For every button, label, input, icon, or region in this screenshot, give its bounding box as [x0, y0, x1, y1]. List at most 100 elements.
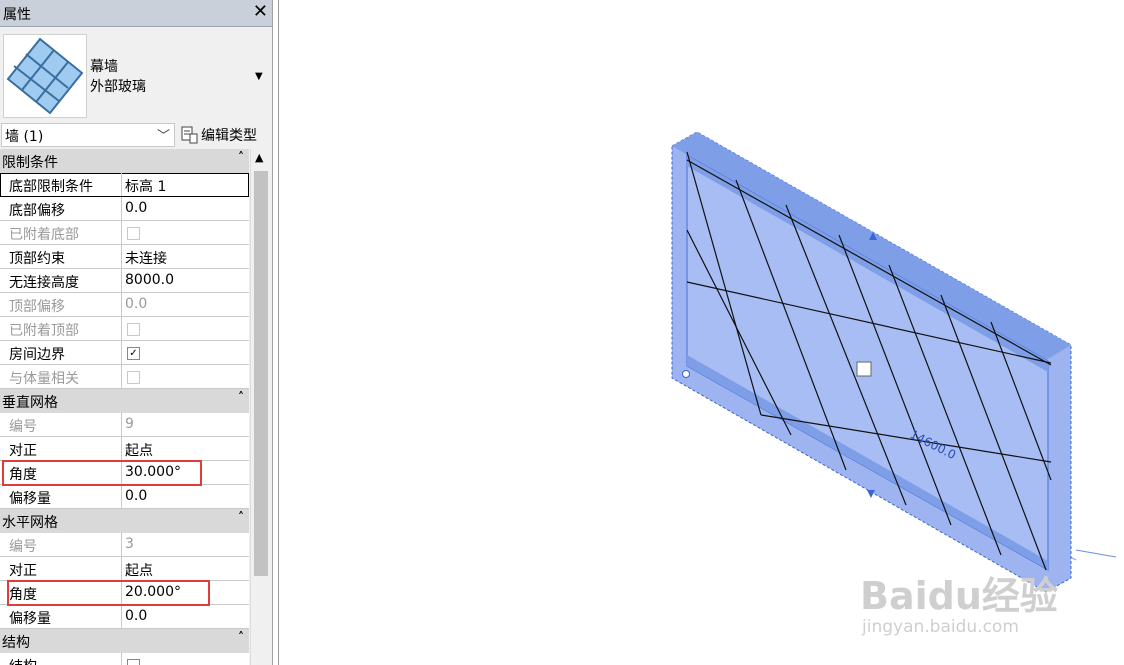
property-row[interactable]: 房间边界 ✓: [0, 341, 249, 365]
property-row[interactable]: 顶部约束 未连接: [0, 245, 249, 269]
property-name-cell: 底部限制条件: [0, 173, 122, 196]
collapse-icon[interactable]: ˄: [238, 150, 244, 164]
highlight-box: [2, 460, 202, 486]
property-name: 已附着顶部: [9, 323, 79, 339]
property-name: 房间边界: [9, 347, 65, 363]
property-value[interactable]: 未连接: [125, 248, 167, 268]
property-checkbox: [127, 227, 140, 240]
property-name-cell: 偏移量: [0, 485, 122, 508]
property-value: 0.0: [125, 296, 148, 312]
property-row[interactable]: 偏移量 0.0: [0, 485, 249, 509]
property-row: 与体量相关: [0, 365, 249, 389]
property-name-cell: 顶部偏移: [0, 293, 122, 316]
section-header[interactable]: 限制条件 ˄: [0, 149, 249, 173]
property-name: 无连接高度: [9, 275, 79, 291]
panel-title: 属性: [3, 7, 31, 23]
property-checkbox: [127, 371, 140, 384]
curtain-wall-icon: [3, 34, 87, 118]
property-value: 3: [125, 536, 134, 552]
property-row: 已附着底部: [0, 221, 249, 245]
property-row[interactable]: 底部限制条件 标高 1: [0, 173, 249, 197]
property-name: 结构: [9, 656, 37, 665]
property-name-cell: 编号: [0, 413, 122, 436]
instance-filter-select[interactable]: 墙 (1) ﹀: [1, 123, 175, 147]
section-label: 垂直网格: [2, 395, 58, 411]
property-row: 编号 9: [0, 413, 249, 437]
property-value[interactable]: 0.0: [125, 608, 147, 624]
properties-scrollbar[interactable]: ▲: [250, 149, 272, 665]
property-checkbox[interactable]: [127, 659, 140, 665]
section-header[interactable]: 垂直网格 ˄: [0, 389, 249, 413]
property-value[interactable]: 起点: [125, 440, 153, 460]
property-name-cell: 编号: [0, 533, 122, 556]
property-value[interactable]: 8000.0: [125, 272, 174, 288]
property-name-cell: 对正: [0, 437, 122, 460]
filter-row: 墙 (1) ﹀ 编辑类型: [0, 121, 272, 149]
scrollbar-thumb[interactable]: [254, 171, 268, 576]
section-header[interactable]: 结构 ˄: [0, 629, 249, 653]
highlight-box: [7, 580, 210, 606]
property-value: 9: [125, 416, 134, 432]
close-icon[interactable]: ✕: [253, 1, 268, 22]
property-row[interactable]: 偏移量 0.0: [0, 605, 249, 629]
property-row: 编号 3: [0, 533, 249, 557]
property-name: 顶部偏移: [9, 299, 65, 315]
properties-titlebar: 属性 ✕: [0, 0, 272, 27]
property-name: 偏移量: [9, 491, 51, 507]
grip-point[interactable]: [682, 370, 690, 378]
property-name-cell: 顶部约束: [0, 245, 122, 268]
type-name: 外部玻璃: [90, 79, 146, 95]
property-name: 已附着底部: [9, 227, 79, 243]
property-row[interactable]: 结构: [0, 653, 249, 665]
collapse-icon[interactable]: ˄: [238, 390, 244, 404]
property-name: 编号: [9, 539, 37, 555]
property-name-cell: 已附着底部: [0, 221, 122, 244]
property-name: 偏移量: [9, 611, 51, 627]
property-name: 顶部约束: [9, 251, 65, 267]
edit-type-label: 编辑类型: [201, 128, 257, 144]
section-label: 限制条件: [2, 155, 58, 171]
property-name-cell: 房间边界: [0, 341, 122, 364]
type-selector[interactable]: 幕墙 外部玻璃 ▼: [0, 31, 270, 118]
property-name-cell: 与体量相关: [0, 365, 122, 388]
section-label: 水平网格: [2, 515, 58, 531]
property-value[interactable]: 0.0: [125, 488, 147, 504]
property-name: 与体量相关: [9, 371, 79, 387]
property-row[interactable]: 对正 起点: [0, 557, 249, 581]
collapse-icon[interactable]: ˄: [238, 510, 244, 524]
property-row[interactable]: 底部偏移 0.0: [0, 197, 249, 221]
move-handle-icon[interactable]: [856, 361, 872, 377]
property-checkbox[interactable]: ✓: [127, 347, 140, 360]
property-row: 顶部偏移 0.0: [0, 293, 249, 317]
property-value[interactable]: 起点: [125, 560, 153, 580]
property-name-cell: 底部偏移: [0, 197, 122, 220]
flip-arrow-icon[interactable]: [867, 490, 875, 498]
watermark-url: jingyan.baidu.com: [862, 617, 1019, 637]
property-name: 底部偏移: [9, 203, 65, 219]
property-name: 对正: [9, 563, 37, 579]
type-family: 幕墙: [90, 59, 118, 75]
collapse-icon[interactable]: ˄: [238, 630, 244, 644]
property-name-cell: 已附着顶部: [0, 317, 122, 340]
property-name: 对正: [9, 443, 37, 459]
property-name: 编号: [9, 419, 37, 435]
type-dropdown-icon[interactable]: ▼: [255, 71, 263, 82]
edit-type-button[interactable]: 编辑类型: [179, 123, 270, 145]
instance-filter-value: 墙 (1): [5, 129, 44, 145]
section-header[interactable]: 水平网格 ˄: [0, 509, 249, 533]
property-name: 底部限制条件: [9, 179, 93, 195]
watermark-logo: Baidu经验: [860, 574, 1058, 618]
properties-panel: 属性 ✕ 幕墙 外部玻璃 ▼ 墙 (1) ﹀ 编辑类型 限制条件 ˄ 底部限制条…: [0, 0, 273, 665]
property-name-cell: 对正: [0, 557, 122, 580]
scroll-up-icon[interactable]: ▲: [255, 151, 263, 164]
property-row[interactable]: 对正 起点: [0, 437, 249, 461]
property-value[interactable]: 标高 1: [125, 176, 166, 196]
section-label: 结构: [2, 635, 30, 651]
property-value[interactable]: 0.0: [125, 200, 147, 216]
edit-type-icon: [181, 126, 198, 144]
property-name-cell: 无连接高度: [0, 269, 122, 292]
property-name-cell: 偏移量: [0, 605, 122, 628]
property-row[interactable]: 无连接高度 8000.0: [0, 269, 249, 293]
property-checkbox: [127, 323, 140, 336]
property-name-cell: 结构: [0, 653, 122, 665]
